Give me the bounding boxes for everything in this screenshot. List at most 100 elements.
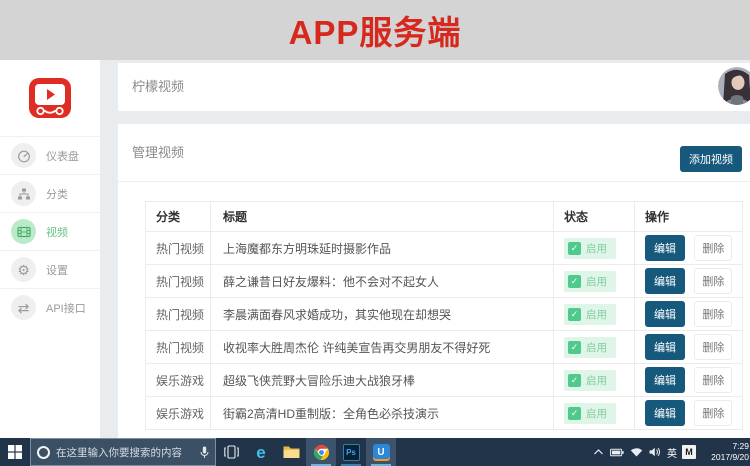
video-tv-logo-icon xyxy=(29,78,71,118)
app-logo[interactable] xyxy=(0,60,100,136)
edit-button[interactable]: 编辑 xyxy=(645,367,685,393)
system-tray: 英 M 7:29 2017/9/20 xyxy=(591,438,750,466)
category-icon xyxy=(11,181,36,206)
card-title: 管理视频 xyxy=(132,145,185,160)
row-actions: 编辑 删除 xyxy=(634,363,743,397)
status-badge: ✓ 启用 xyxy=(564,270,616,292)
sidebar-item-video[interactable]: 视频 xyxy=(0,212,100,250)
table-row: 热门视频 上海魔都东方明珠延时摄影作品 ✓ 启用 编辑 删除 xyxy=(145,231,743,265)
app-window: 仪表盘 分类 视频 ⚙ 设置 ⇄ API接口 柠檬视频 管理视频 添加视频 分类… xyxy=(0,60,750,438)
status-badge: ✓ 启用 xyxy=(564,303,616,325)
table-row: 热门视频 薛之谦昔日好友爆料：他不会对不起女人 ✓ 启用 编辑 删除 xyxy=(145,264,743,298)
taskbar-search-input[interactable]: 在这里输入你要搜索的内容 xyxy=(30,438,216,466)
col-header-actions: 操作 xyxy=(634,201,743,232)
sidebar-item-dashboard[interactable]: 仪表盘 xyxy=(0,136,100,174)
user-avatar[interactable] xyxy=(718,67,750,105)
status-badge: ✓ 启用 xyxy=(564,336,616,358)
row-status: ✓ 启用 xyxy=(553,297,635,331)
sidebar-item-category[interactable]: 分类 xyxy=(0,174,100,212)
delete-button[interactable]: 删除 xyxy=(694,301,733,327)
add-video-button[interactable]: 添加视频 xyxy=(680,146,742,172)
taskbar-clock[interactable]: 7:29 2017/9/20 xyxy=(701,441,749,462)
row-status: ✓ 启用 xyxy=(553,330,635,364)
row-category: 热门视频 xyxy=(145,330,211,364)
edit-button[interactable]: 编辑 xyxy=(645,334,685,360)
table-row: 娱乐游戏 超级飞侠荒野大冒险乐迪大战狼牙棒 ✓ 启用 编辑 删除 xyxy=(145,363,743,397)
task-view-icon xyxy=(223,445,239,459)
col-header-title: 标题 xyxy=(210,201,554,232)
tray-expand-chevron-icon[interactable] xyxy=(591,449,605,455)
edit-button[interactable]: 编辑 xyxy=(645,235,685,261)
sidebar: 仪表盘 分类 视频 ⚙ 设置 ⇄ API接口 xyxy=(0,60,100,438)
status-text: 启用 xyxy=(586,242,607,255)
delete-button[interactable]: 删除 xyxy=(694,268,733,294)
ime-language-indicator[interactable]: 英 xyxy=(667,445,677,460)
delete-button[interactable]: 删除 xyxy=(694,400,733,426)
status-badge: ✓ 启用 xyxy=(564,237,616,259)
row-status: ✓ 启用 xyxy=(553,231,635,265)
wifi-icon[interactable] xyxy=(629,447,643,457)
search-placeholder-text: 在这里输入你要搜索的内容 xyxy=(56,446,182,459)
windows-logo-icon xyxy=(8,445,22,459)
row-status: ✓ 启用 xyxy=(553,396,635,430)
sidebar-item-settings[interactable]: ⚙ 设置 xyxy=(0,250,100,288)
task-view-button[interactable] xyxy=(216,438,246,466)
page-title: APP服务端 xyxy=(288,14,462,51)
status-text: 启用 xyxy=(586,374,607,387)
sidebar-item-api[interactable]: ⇄ API接口 xyxy=(0,288,100,326)
row-category: 热门视频 xyxy=(145,264,211,298)
edit-button[interactable]: 编辑 xyxy=(645,301,685,327)
row-actions: 编辑 删除 xyxy=(634,297,743,331)
u-app-button[interactable]: U xyxy=(366,438,396,466)
row-actions: 编辑 删除 xyxy=(634,264,743,298)
row-actions: 编辑 删除 xyxy=(634,231,743,265)
check-icon: ✓ xyxy=(568,340,581,354)
file-explorer-button[interactable] xyxy=(276,438,306,466)
input-method-badge[interactable]: M xyxy=(682,445,696,459)
videos-table-wrap: 分类 标题 状态 操作 热门视频 上海魔都东方明珠延时摄影作品 ✓ 启用 编辑 … xyxy=(145,201,743,430)
photoshop-button[interactable]: Ps xyxy=(336,438,366,466)
row-actions: 编辑 删除 xyxy=(634,396,743,430)
edit-button[interactable]: 编辑 xyxy=(645,268,685,294)
sidebar-menu: 仪表盘 分类 视频 ⚙ 设置 ⇄ API接口 xyxy=(0,136,100,326)
delete-button[interactable]: 删除 xyxy=(694,367,733,393)
desktop-screen: APP服务端 仪表盘 分类 视频 ⚙ 设置 ⇄ API接口 柠檬视频 管理视频 … xyxy=(0,0,750,466)
start-button[interactable] xyxy=(0,438,30,466)
delete-button[interactable]: 删除 xyxy=(694,235,733,261)
site-title: 柠檬视频 xyxy=(132,79,185,94)
row-status: ✓ 启用 xyxy=(553,264,635,298)
check-icon: ✓ xyxy=(568,307,581,321)
battery-icon[interactable] xyxy=(610,448,624,457)
status-badge: ✓ 启用 xyxy=(564,369,616,391)
edit-button[interactable]: 编辑 xyxy=(645,400,685,426)
delete-button[interactable]: 删除 xyxy=(694,334,733,360)
avatar-portrait xyxy=(718,67,750,105)
volume-icon[interactable] xyxy=(648,447,662,457)
status-text: 启用 xyxy=(586,275,607,288)
top-banner: APP服务端 xyxy=(0,0,750,60)
settings-gear-icon: ⚙ xyxy=(11,257,36,282)
row-actions: 编辑 删除 xyxy=(634,330,743,364)
row-category: 热门视频 xyxy=(145,297,211,331)
table-row: 热门视频 收视率大胜周杰伦 许纯美宣告再交男朋友不得好死 ✓ 启用 编辑 删除 xyxy=(145,330,743,364)
clock-date: 2017/9/20 xyxy=(711,452,749,462)
folder-icon xyxy=(283,446,299,458)
row-category: 娱乐游戏 xyxy=(145,363,211,397)
row-title: 薛之谦昔日好友爆料：他不会对不起女人 xyxy=(210,264,554,298)
row-category: 热门视频 xyxy=(145,231,211,265)
edge-browser-button[interactable]: e xyxy=(246,438,276,466)
clock-time: 7:29 xyxy=(732,441,749,452)
row-title: 收视率大胜周杰伦 许纯美宣告再交男朋友不得好死 xyxy=(210,330,554,364)
row-status: ✓ 启用 xyxy=(553,363,635,397)
u-app-icon: U xyxy=(372,443,390,461)
status-text: 启用 xyxy=(586,341,607,354)
microphone-icon[interactable] xyxy=(200,446,209,459)
chrome-browser-button[interactable] xyxy=(306,438,336,466)
content-area: 柠檬视频 管理视频 添加视频 分类 标题 状态 操作 热门视频 上海魔都东方明珠… xyxy=(100,60,750,438)
check-icon: ✓ xyxy=(568,373,581,387)
col-header-category: 分类 xyxy=(145,201,211,232)
chrome-icon xyxy=(313,444,329,460)
dashboard-icon xyxy=(11,143,36,168)
status-text: 启用 xyxy=(586,407,607,420)
table-row: 热门视频 李晨满面春风求婚成功，其实他现在却想哭 ✓ 启用 编辑 删除 xyxy=(145,297,743,331)
